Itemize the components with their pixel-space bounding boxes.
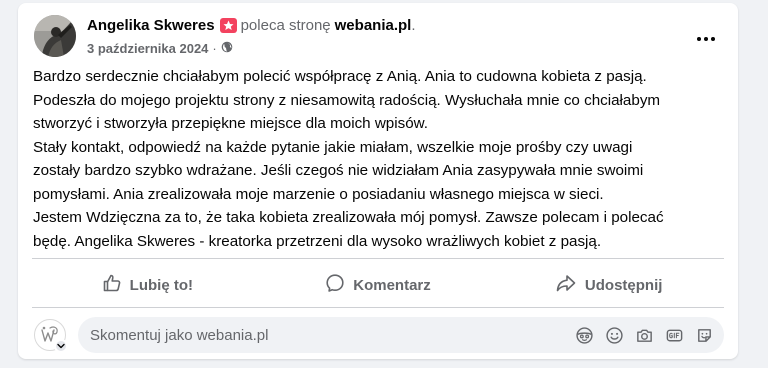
- share-label: Udostępnij: [584, 276, 663, 294]
- emoji-icon[interactable]: [604, 325, 624, 345]
- recommends-text: poleca stronę: [240, 17, 331, 34]
- like-button[interactable]: Lubię to!: [32, 265, 263, 305]
- post-body-line: Jestem Wdzięczna za to, że taka kobieta …: [33, 209, 664, 226]
- post-body-line: Stały kontakt, odpowiedź na każde pytani…: [33, 138, 633, 156]
- like-label: Lubię to!: [129, 276, 193, 294]
- post-body-line: Bardzo serdecznie chciałabym polecić wsp…: [33, 68, 647, 85]
- post-body-line: stworzyć i stworzyła przepiękne miejsce …: [33, 115, 429, 132]
- gif-icon[interactable]: [664, 325, 684, 345]
- recommendation-badge-icon: [219, 18, 237, 33]
- avatar-sticker-icon[interactable]: [574, 325, 594, 345]
- thumbs-up-icon: [102, 273, 122, 297]
- comment-box: [78, 317, 724, 353]
- share-button[interactable]: Udostępnij: [493, 265, 724, 305]
- comment-tools: [574, 325, 714, 345]
- recommended-page-link[interactable]: webania.pl: [335, 17, 412, 34]
- more-options-icon[interactable]: [694, 27, 718, 51]
- camera-icon[interactable]: [634, 325, 654, 345]
- globe-icon: [221, 41, 233, 56]
- post-actions: Lubię to! Komentarz Udostępnij: [32, 265, 724, 305]
- post-body-line: zostały bardzo szybko wdrażane. Jeśli cz…: [33, 162, 644, 179]
- comment-button[interactable]: Komentarz: [263, 265, 494, 305]
- post-meta: 3 października 2024 ·: [87, 41, 233, 56]
- author-name[interactable]: Angelika Skweres: [87, 17, 215, 34]
- sticker-icon[interactable]: [694, 325, 714, 345]
- author-avatar[interactable]: [34, 15, 76, 57]
- actions-divider-bottom: [32, 307, 724, 308]
- post-card: Angelika Skweres poleca stronę webania.p…: [18, 3, 738, 359]
- post-body-line: pomysłami. Ania zrealizowała moje marzen…: [33, 185, 604, 203]
- comment-input[interactable]: [90, 326, 574, 344]
- actions-divider-top: [32, 258, 724, 259]
- commenter-avatar[interactable]: [34, 319, 68, 353]
- comment-label: Komentarz: [353, 276, 431, 294]
- comment-bubble-icon: [325, 273, 345, 297]
- post-body-line: będę. Angelika Skweres - kreatorka przet…: [33, 232, 602, 250]
- meta-separator: ·: [212, 41, 217, 56]
- share-arrow-icon: [555, 273, 577, 297]
- comment-composer: [34, 315, 724, 355]
- post-body-line: Podeszła do mojego projektu strony z nie…: [33, 91, 661, 109]
- post-date[interactable]: 3 października 2024: [87, 41, 208, 56]
- chevron-down-icon[interactable]: [54, 339, 68, 353]
- post-body: Bardzo serdecznie chciałabym polecić wsp…: [33, 65, 725, 253]
- header-period: .: [411, 17, 416, 34]
- post-header-line: Angelika Skweres poleca stronę webania.p…: [87, 17, 416, 34]
